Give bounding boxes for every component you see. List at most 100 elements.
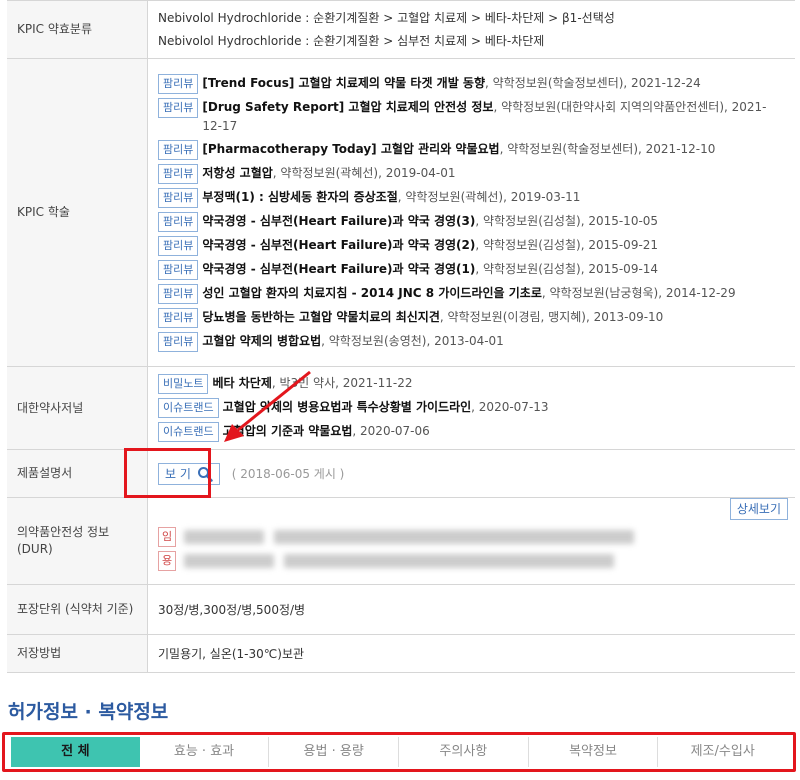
kpic-article-meta: , 약학정보원(김성철), 2015-09-14: [475, 261, 659, 276]
blurred-text: [283, 553, 614, 568]
kpic-article-tag[interactable]: 팜리뷰: [158, 163, 199, 184]
journal-article-title[interactable]: 베타 차단제: [212, 376, 271, 390]
kpic-study-label: KPIC 학술: [7, 58, 148, 367]
tab-4[interactable]: 복약정보: [529, 737, 659, 767]
blurred-text: [183, 529, 264, 544]
detail-view-button[interactable]: 상세보기: [729, 498, 788, 520]
journal-article-title[interactable]: 고혈압 약제의 병용요법과 특수상황별 가이드라인: [223, 400, 472, 414]
kpic-study-list: 팜리뷰 [Trend Focus] 고혈압 치료제의 약물 타겟 개발 동향, 약…: [147, 58, 795, 367]
kpic-article-tag[interactable]: 팜리뷰: [158, 211, 199, 232]
kpic-class-line-2: Nebivolol Hydrochloride : 순환기계질환 > 심부전 치…: [158, 33, 545, 48]
kpic-article-tag[interactable]: 팜리뷰: [158, 187, 199, 208]
kpic-article-title[interactable]: 당뇨병을 동반하는 고혈압 약물치료의 최신지견: [202, 310, 440, 324]
drug-info-table: KPIC 약효분류 Nebivolol Hydrochloride : 순환기계…: [7, 0, 795, 673]
storage-label: 저장방법: [7, 634, 148, 673]
kpic-article-meta: , 약학정보원(김성철), 2015-10-05: [475, 213, 659, 228]
kpic-article-meta: , 약학정보원(곽혜선), 2019-04-01: [272, 165, 456, 180]
kpic-article-title[interactable]: 성인 고혈압 환자의 치료지침 - 2014 JNC 8 가이드라인을 기초로: [202, 286, 541, 300]
kpic-article-meta: , 약학정보원(이경림, 맹지혜), 2013-09-10: [439, 309, 664, 324]
kpic-article[interactable]: 팜리뷰 저항성 고혈압, 약학정보원(곽혜선), 2019-04-01: [158, 163, 785, 184]
kpic-article-tag[interactable]: 팜리뷰: [158, 283, 199, 304]
journal-article-title[interactable]: 고혈압의 기준과 약물요법: [223, 424, 353, 438]
tab-3[interactable]: 주의사항: [399, 737, 529, 767]
kpic-article-tag[interactable]: 팜리뷰: [158, 235, 199, 256]
journal-article-tag[interactable]: 이슈트랜드: [158, 398, 219, 418]
blurred-text: [183, 553, 274, 568]
kpic-article[interactable]: 팜리뷰 [Pharmacotherapy Today] 고혈압 관리와 약물요법,…: [158, 139, 785, 160]
packaging-value: 30정/병,300정/병,500정/병: [147, 584, 795, 635]
dur-label: 의약품안전성 정보(DUR): [7, 497, 148, 585]
kpic-article-text: [Drug Safety Report] 고혈압 치료제의 안전성 정보, 약학…: [202, 98, 785, 136]
journal-article[interactable]: 비밀노트 베타 차단제, 박3빈 약사, 2021-11-22: [158, 374, 785, 394]
journal-list: 비밀노트 베타 차단제, 박3빈 약사, 2021-11-22 이슈트랜드 고혈압 약…: [147, 366, 795, 450]
dur-value: 임 용: [147, 497, 795, 585]
kpic-article-title[interactable]: 부정맥(1) : 심방세동 환자의 증상조절: [202, 190, 397, 204]
kpic-article-title[interactable]: 약국경영 - 심부전(Heart Failure)과 약국 경영(1): [202, 262, 475, 276]
kpic-article-text: 저항성 고혈압, 약학정보원(곽혜선), 2019-04-01: [202, 164, 455, 183]
kpic-article-text: 당뇨병을 동반하는 고혈압 약물치료의 최신지견, 약학정보원(이경림, 맹지혜…: [202, 308, 663, 327]
kpic-article-title[interactable]: 저항성 고혈압: [202, 166, 272, 180]
kpic-article[interactable]: 팜리뷰 부정맥(1) : 심방세동 환자의 증상조절, 약학정보원(곽혜선), 2…: [158, 187, 785, 208]
kpic-article-title[interactable]: 약국경영 - 심부전(Heart Failure)과 약국 경영(2): [202, 238, 475, 252]
kpic-article-text: 약국경영 - 심부전(Heart Failure)과 약국 경영(2), 약학정…: [202, 236, 658, 255]
journal-article[interactable]: 이슈트랜드 고혈압 약제의 병용요법과 특수상황별 가이드라인, 2020-07-…: [158, 398, 785, 418]
kpic-article-title[interactable]: [Trend Focus] 고혈압 치료제의 약물 타겟 개발 동향: [202, 76, 485, 90]
kpic-article[interactable]: 팜리뷰 성인 고혈압 환자의 치료지침 - 2014 JNC 8 가이드라인을 기…: [158, 283, 785, 304]
dur-tag-2[interactable]: 용: [158, 551, 177, 571]
journal-article-tag[interactable]: 이슈트랜드: [158, 422, 219, 442]
kpic-article[interactable]: 팜리뷰 고혈압 약제의 병합요법, 약학정보원(송영천), 2013-04-01: [158, 331, 785, 352]
kpic-article-tag[interactable]: 팜리뷰: [158, 73, 199, 94]
kpic-article-meta: , 약학정보원(학술정보센터), 2021-12-10: [499, 141, 716, 156]
tab-5[interactable]: 제조/수입사: [658, 737, 787, 767]
kpic-article-meta: , 약학정보원(송영천), 2013-04-01: [321, 333, 504, 348]
storage-value: 기밀용기, 실온(1-30℃)보관: [147, 634, 795, 673]
post-date-note: ( 2018-06-05 게시 ): [231, 466, 345, 481]
dur-line-2: 용: [158, 548, 785, 572]
kpic-article-tag[interactable]: 팜리뷰: [158, 307, 199, 328]
kpic-class-label: KPIC 약효분류: [7, 0, 148, 59]
kpic-class-line-1: Nebivolol Hydrochloride : 순환기계질환 > 고혈압 치…: [158, 10, 615, 25]
kpic-article-tag[interactable]: 팜리뷰: [158, 331, 199, 352]
info-tabs: 전 체 효능 · 효과 용법 · 용량 주의사항 복약정보 제조/수입사: [2, 732, 796, 772]
product-doc-value: 보 기 ( 2018-06-05 게시 ): [147, 449, 795, 498]
dur-tag-1[interactable]: 임: [158, 527, 177, 547]
tab-0[interactable]: 전 체: [11, 737, 140, 767]
kpic-article-tag[interactable]: 팜리뷰: [158, 139, 199, 160]
kpic-article[interactable]: 팜리뷰 약국경영 - 심부전(Heart Failure)과 약국 경영(3), …: [158, 211, 785, 232]
kpic-article-text: 약국경영 - 심부전(Heart Failure)과 약국 경영(3), 약학정…: [202, 212, 658, 231]
packaging-label: 포장단위 (식약처 기준): [7, 584, 148, 635]
kpic-article-text: [Pharmacotherapy Today] 고혈압 관리와 약물요법, 약학…: [202, 140, 715, 159]
kpic-article-text: 약국경영 - 심부전(Heart Failure)과 약국 경영(1), 약학정…: [202, 260, 658, 279]
kpic-article-text: [Trend Focus] 고혈압 치료제의 약물 타겟 개발 동향, 약학정보…: [202, 74, 700, 93]
kpic-article[interactable]: 팜리뷰 약국경영 - 심부전(Heart Failure)과 약국 경영(1), …: [158, 259, 785, 280]
section-title: 허가정보 · 복약정보: [8, 701, 169, 723]
journal-article-text: 베타 차단제, 박3빈 약사, 2021-11-22: [212, 374, 412, 393]
kpic-article[interactable]: 팜리뷰 당뇨병을 동반하는 고혈압 약물치료의 최신지견, 약학정보원(이경림, …: [158, 307, 785, 328]
kpic-article-title[interactable]: 약국경영 - 심부전(Heart Failure)과 약국 경영(3): [202, 214, 475, 228]
journal-article-text: 고혈압 약제의 병용요법과 특수상황별 가이드라인, 2020-07-13: [223, 398, 549, 417]
highlight-box-view: [124, 448, 211, 498]
journal-label: 대한약사저널: [7, 366, 148, 450]
kpic-article-text: 고혈압 약제의 병합요법, 약학정보원(송영천), 2013-04-01: [202, 332, 503, 351]
journal-article-meta: , 2020-07-06: [352, 424, 430, 438]
kpic-article-title[interactable]: [Pharmacotherapy Today] 고혈압 관리와 약물요법: [202, 142, 499, 156]
journal-article[interactable]: 이슈트랜드 고혈압의 기준과 약물요법, 2020-07-06: [158, 422, 785, 442]
journal-article-text: 고혈압의 기준과 약물요법, 2020-07-06: [223, 422, 430, 441]
kpic-article-meta: , 약학정보원(남궁형욱), 2014-12-29: [541, 285, 736, 300]
kpic-article-tag[interactable]: 팜리뷰: [158, 259, 199, 280]
tab-2[interactable]: 용법 · 용량: [269, 737, 400, 767]
kpic-article-meta: , 약학정보원(학술정보센터), 2021-12-24: [485, 75, 701, 90]
kpic-article-meta: , 약학정보원(김성철), 2015-09-21: [475, 237, 659, 252]
kpic-article-meta: , 약학정보원(곽혜선), 2019-03-11: [397, 189, 581, 204]
kpic-class-value: Nebivolol Hydrochloride : 순환기계질환 > 고혈압 치…: [147, 0, 795, 59]
kpic-article-text: 부정맥(1) : 심방세동 환자의 증상조절, 약학정보원(곽혜선), 2019…: [202, 188, 580, 207]
kpic-article[interactable]: 팜리뷰 [Drug Safety Report] 고혈압 치료제의 안전성 정보,…: [158, 97, 785, 136]
journal-article-tag[interactable]: 비밀노트: [158, 374, 209, 394]
kpic-article[interactable]: 팜리뷰 약국경영 - 심부전(Heart Failure)과 약국 경영(2), …: [158, 235, 785, 256]
journal-article-meta: , 박3빈 약사, 2021-11-22: [271, 376, 413, 390]
tab-1[interactable]: 효능 · 효과: [140, 737, 270, 767]
kpic-article[interactable]: 팜리뷰 [Trend Focus] 고혈압 치료제의 약물 타겟 개발 동향, 약…: [158, 73, 785, 94]
kpic-article-tag[interactable]: 팜리뷰: [158, 97, 199, 118]
kpic-article-title[interactable]: [Drug Safety Report] 고혈압 치료제의 안전성 정보: [202, 100, 493, 114]
kpic-article-title[interactable]: 고혈압 약제의 병합요법: [202, 334, 321, 348]
